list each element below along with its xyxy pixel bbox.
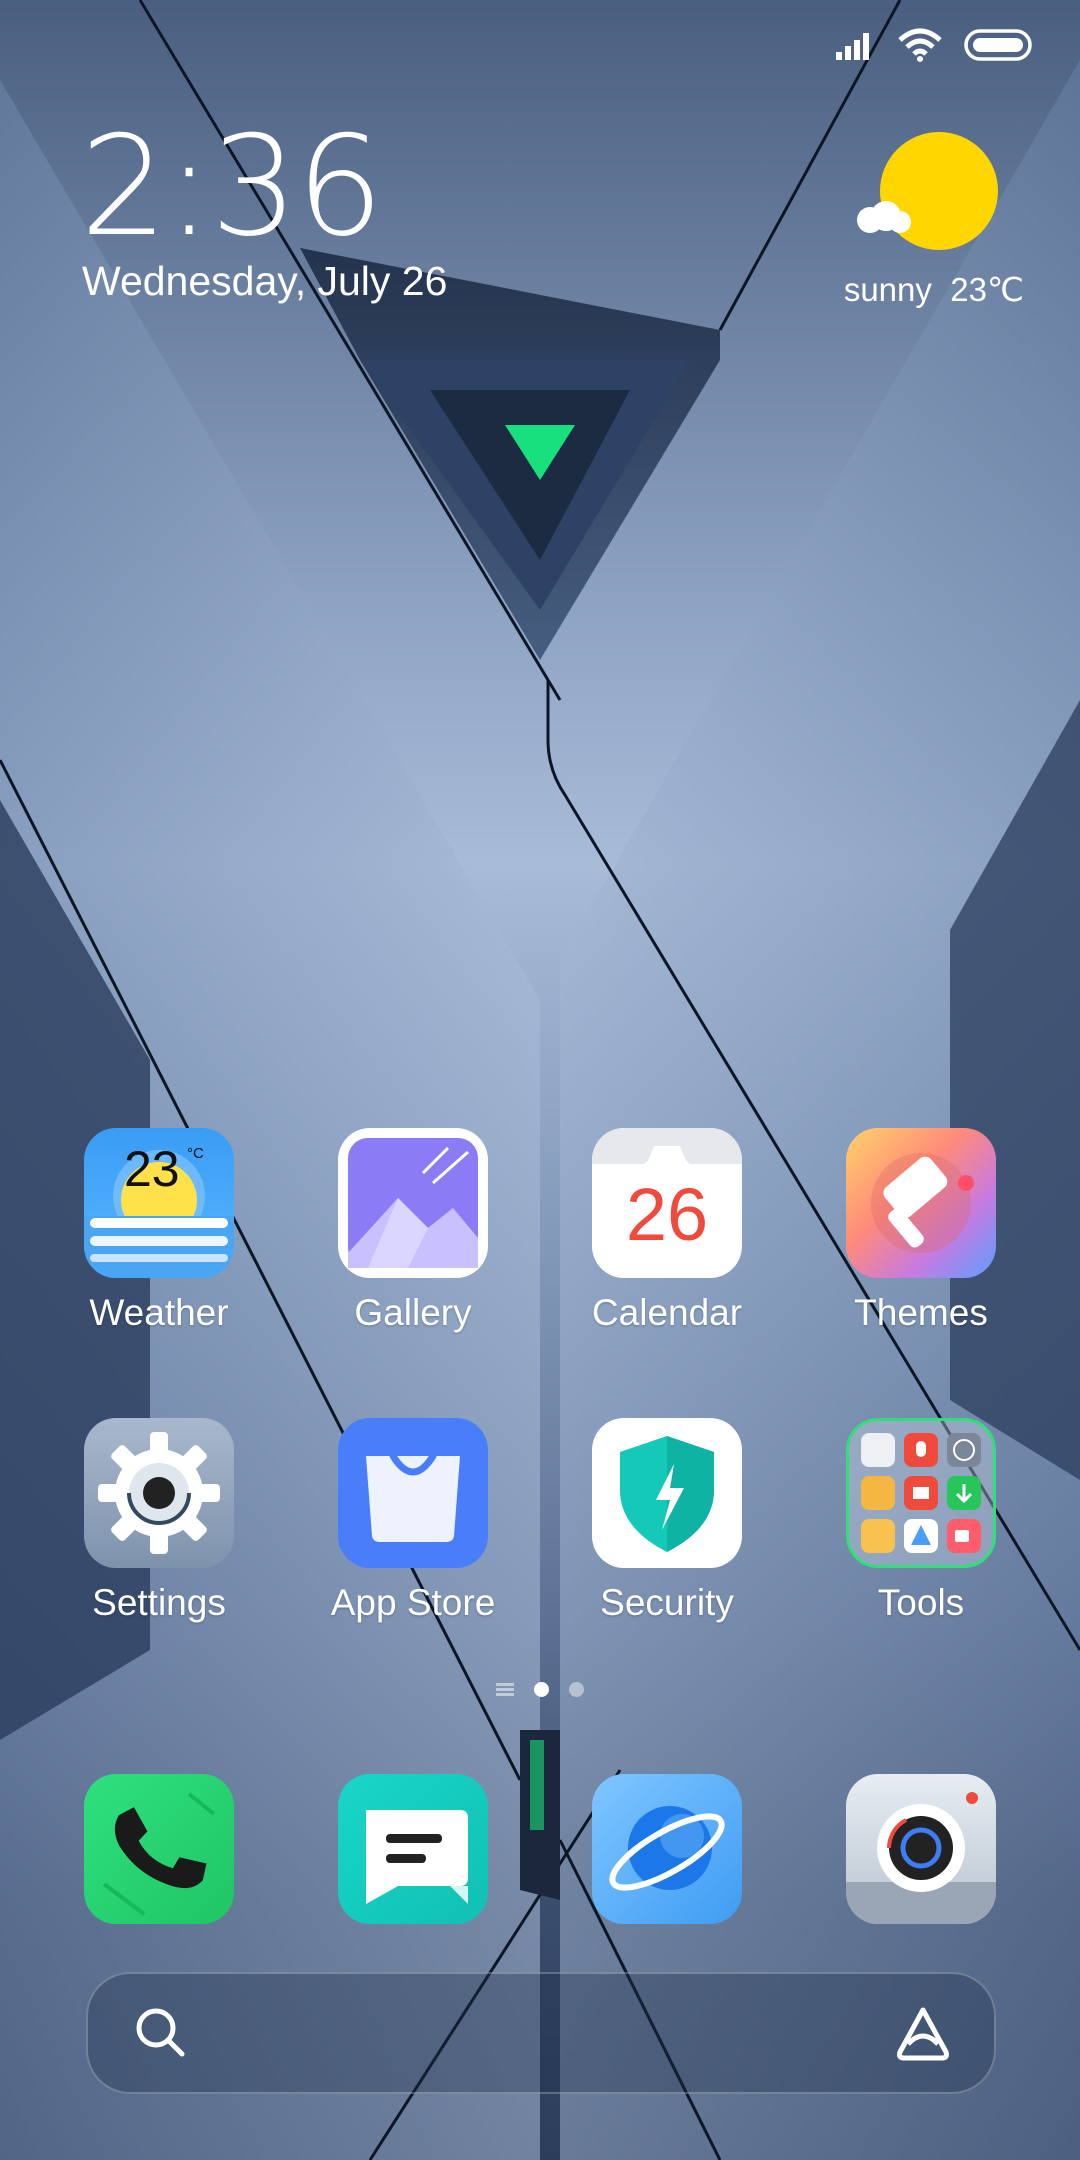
app-gallery[interactable]: Gallery bbox=[303, 1128, 523, 1334]
weather-app-icon: 23 °C bbox=[84, 1128, 234, 1278]
app-settings[interactable]: Settings bbox=[49, 1418, 269, 1624]
dock-messages[interactable] bbox=[303, 1774, 523, 1924]
weather-app-temp: 23 bbox=[124, 1141, 180, 1197]
app-label: Weather bbox=[89, 1292, 229, 1333]
camera-app-icon bbox=[846, 1774, 996, 1924]
app-weather[interactable]: 23 °C Weather bbox=[49, 1128, 269, 1334]
page-indicator[interactable] bbox=[0, 1682, 1080, 1697]
security-app-icon bbox=[592, 1418, 742, 1568]
dock-phone[interactable] bbox=[49, 1774, 269, 1924]
search-icon[interactable] bbox=[134, 2006, 188, 2060]
page-dot bbox=[569, 1682, 584, 1697]
app-security[interactable]: Security bbox=[557, 1418, 777, 1624]
weather-temperature: 23℃ bbox=[950, 271, 1024, 308]
weather-widget[interactable]: sunny 23℃ bbox=[814, 130, 1024, 310]
settings-app-icon bbox=[84, 1418, 234, 1568]
cloud-icon bbox=[857, 201, 911, 233]
dock-camera[interactable] bbox=[811, 1774, 1031, 1924]
folder-tools[interactable]: Tools bbox=[811, 1418, 1031, 1624]
clock-time[interactable]: 2:36 bbox=[80, 118, 384, 256]
search-bar[interactable] bbox=[86, 1972, 996, 2094]
home-screen: 2:36 Wednesday, July 26 sunny 23℃ 23 °C bbox=[0, 0, 1080, 2160]
phone-app-icon bbox=[84, 1774, 234, 1924]
page-dot-active bbox=[534, 1682, 549, 1697]
browser-app-icon bbox=[592, 1774, 742, 1924]
app-store-icon bbox=[338, 1418, 488, 1568]
signal-icon bbox=[836, 33, 869, 60]
assistant-icon[interactable] bbox=[892, 2004, 954, 2062]
app-label: Themes bbox=[854, 1292, 988, 1333]
wifi-icon bbox=[898, 28, 942, 62]
weather-condition: sunny bbox=[843, 271, 932, 308]
app-label: Gallery bbox=[354, 1292, 472, 1333]
battery-icon bbox=[964, 29, 1032, 61]
weather-app-unit: °C bbox=[187, 1145, 204, 1162]
weather-summary: sunny 23℃ bbox=[844, 270, 1024, 309]
clock-date[interactable]: Wednesday, July 26 bbox=[82, 258, 447, 305]
app-label: App Store bbox=[330, 1582, 496, 1623]
app-label: Calendar bbox=[591, 1292, 743, 1333]
page-list-icon bbox=[496, 1682, 514, 1697]
app-app-store[interactable]: App Store bbox=[303, 1418, 523, 1624]
app-label: Settings bbox=[92, 1582, 226, 1623]
app-themes[interactable]: Themes bbox=[811, 1128, 1031, 1334]
dock-browser[interactable] bbox=[557, 1774, 777, 1924]
app-label: Security bbox=[600, 1582, 734, 1623]
status-bar bbox=[834, 28, 1034, 62]
calendar-day: 26 bbox=[626, 1173, 708, 1256]
themes-app-icon bbox=[846, 1128, 996, 1278]
tools-folder-icon bbox=[846, 1418, 996, 1568]
app-label: Tools bbox=[877, 1582, 965, 1623]
app-calendar[interactable]: 26 Calendar bbox=[557, 1128, 777, 1334]
gallery-app-icon bbox=[338, 1128, 488, 1278]
messages-app-icon bbox=[338, 1774, 488, 1924]
calendar-app-icon: 26 bbox=[592, 1128, 742, 1278]
